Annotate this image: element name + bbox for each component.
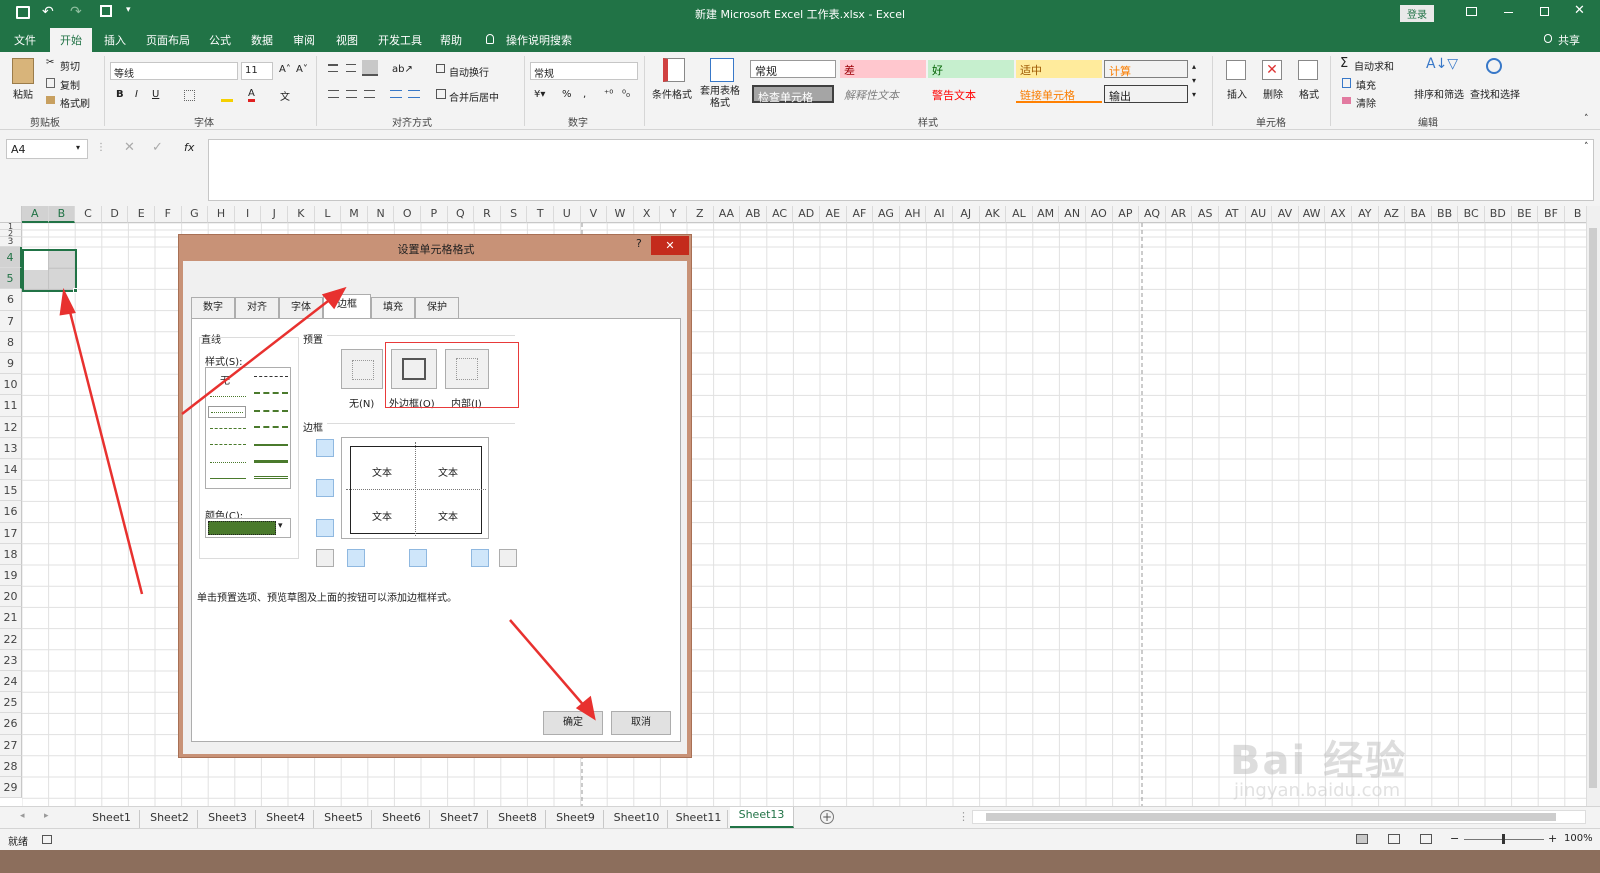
add-sheet-icon[interactable]: + [820,810,834,824]
next-sheet-icon[interactable]: ▸ [44,811,49,821]
status-ready: 就绪 [8,837,28,848]
sheet-tab[interactable]: Sheet8 [490,810,546,828]
zoom-level[interactable]: 100% [1564,833,1593,844]
status-bar: 就绪 − + 100% [0,828,1600,850]
sheet-tab[interactable]: Sheet3 [200,810,256,828]
arrow-to-border-tab-head [321,286,347,310]
sheet-tab[interactable]: Sheet10 [606,810,668,828]
taskbar [0,850,1600,873]
baidu-watermark: Bai 经验 jingyan.baidu.com [1230,728,1530,808]
watermark-text: Bai 经验 [1230,738,1408,784]
sheet-tab-bar: ◂ ▸ Sheet1 Sheet2 Sheet3 Sheet4 Sheet5 Sheet6… [0,806,1600,828]
arrow-to-ok [509,619,587,709]
page-layout-view-icon[interactable] [1388,834,1400,844]
arrow-to-cells-head [59,287,76,316]
sheet-tab[interactable]: Sheet13 [730,807,794,828]
arrow-to-border-tab [181,297,333,415]
tab-split-grip-icon[interactable]: ⋮ [958,810,969,823]
sheet-tab[interactable]: Sheet1 [84,810,140,828]
zoom-out-icon[interactable]: − [1450,832,1459,845]
zoom-in-icon[interactable]: + [1548,832,1557,845]
normal-view-icon[interactable] [1356,834,1368,844]
arrow-to-cells [66,303,144,595]
sheet-tab[interactable]: Sheet2 [142,810,198,828]
prev-sheet-icon[interactable]: ◂ [20,811,25,821]
sheet-tab[interactable]: Sheet7 [432,810,488,828]
watermark-subtext: jingyan.baidu.com [1234,780,1401,801]
sheet-tab[interactable]: Sheet11 [670,810,728,828]
sheet-tab[interactable]: Sheet6 [374,810,430,828]
horizontal-scroll-thumb[interactable] [986,813,1556,821]
sheet-tab[interactable]: Sheet5 [316,810,372,828]
sheet-tab[interactable]: Sheet4 [258,810,314,828]
sheet-tab[interactable]: Sheet9 [548,810,604,828]
zoom-slider-thumb[interactable] [1502,834,1505,844]
macro-record-icon[interactable] [42,835,52,844]
page-break-view-icon[interactable] [1420,834,1432,844]
